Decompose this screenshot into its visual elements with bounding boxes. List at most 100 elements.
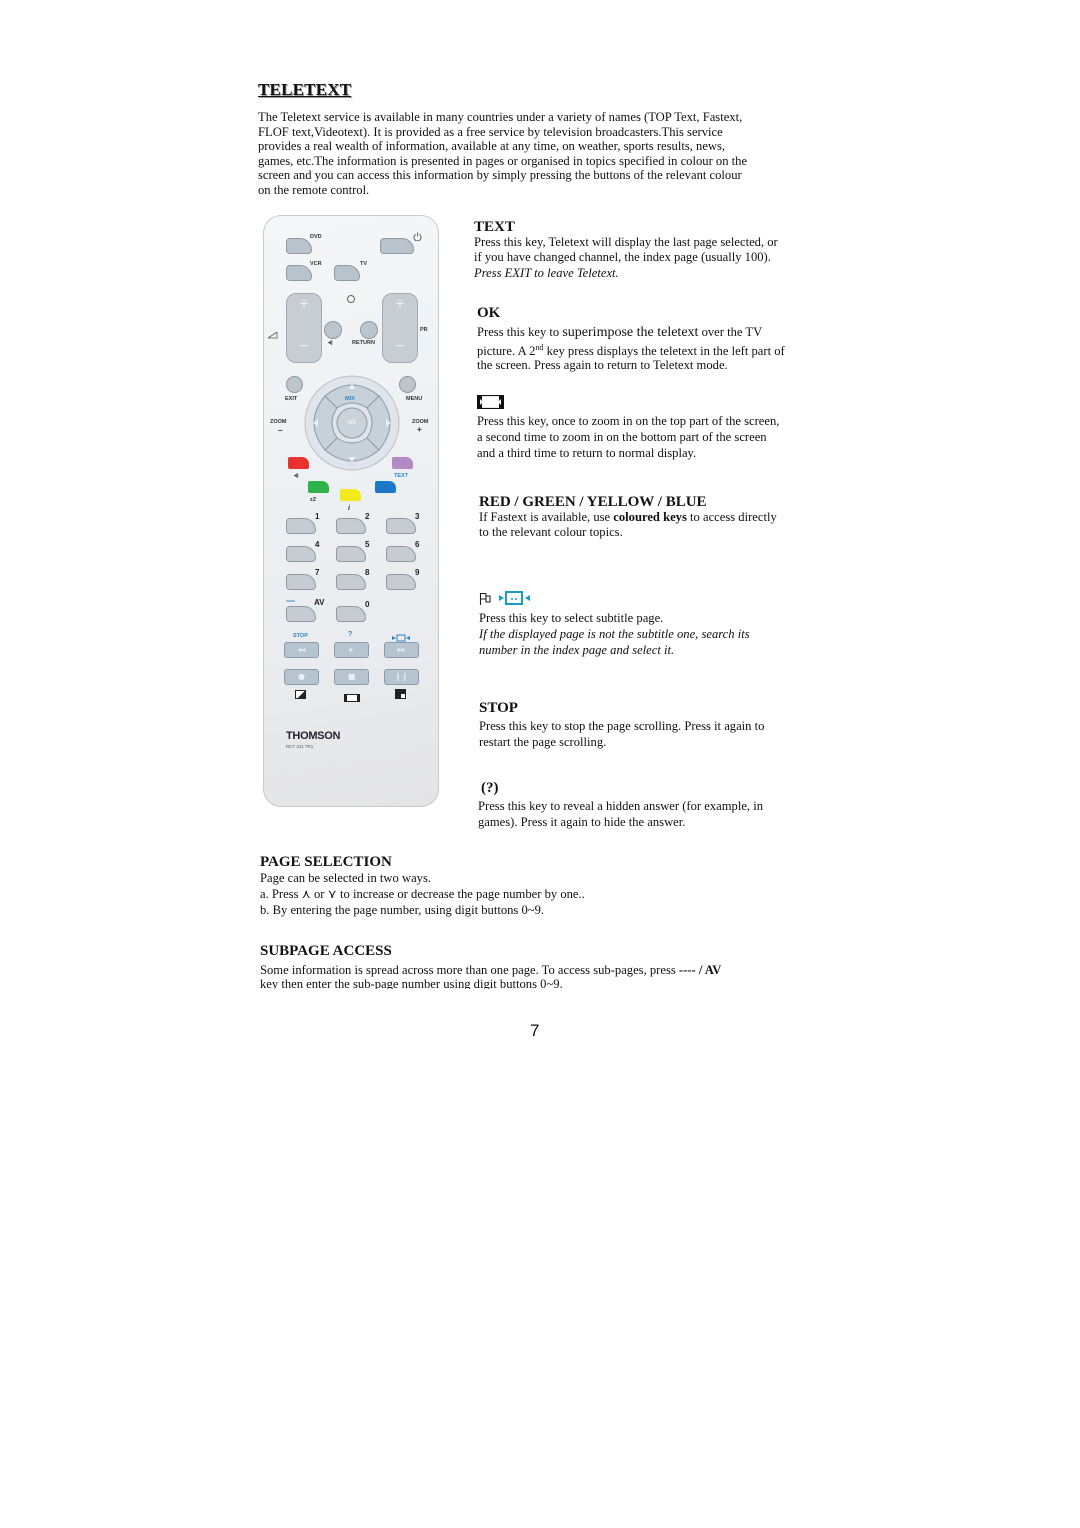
intro-line: The Teletext service is available in man… (258, 110, 743, 124)
stop-key: ◂◂ (284, 642, 319, 658)
volume-icon (266, 326, 278, 344)
text-run: or (310, 887, 328, 901)
stop-media-key: ■ (334, 669, 369, 685)
pr-label: PR (420, 327, 428, 333)
ok-label: ok (348, 419, 357, 426)
digit-label: 9 (415, 568, 420, 577)
pause-key: ❙❙ (384, 669, 419, 685)
text-run: If Fastext is available, use (479, 510, 614, 524)
tv-button (334, 265, 360, 281)
record-key: ● (284, 669, 319, 685)
purple-text-key (392, 457, 413, 469)
digit-label: 1 (315, 512, 320, 521)
intro-line: games, etc.The information is presented … (258, 153, 748, 168)
digit-0-key (336, 606, 366, 622)
blue-key (375, 481, 396, 493)
section-heading: RED / GREEN / YELLOW / BLUE (479, 494, 707, 510)
dvd-button (286, 238, 312, 254)
text-run: picture. A 2 (477, 343, 536, 358)
text-run: to access directly (686, 510, 777, 524)
power-icon (413, 228, 422, 242)
section-line: and a third time to return to normal dis… (477, 446, 697, 460)
section-line: Press this key, once to zoom in on the t… (477, 414, 780, 428)
zoom-key-icon (476, 394, 847, 413)
section-note: If the displayed page is not the subtitl… (479, 627, 750, 641)
digit-3-key (386, 518, 416, 534)
section-line: key then enter the sub-page number using… (260, 978, 563, 989)
section-line: to the relevant colour topics. (479, 524, 623, 539)
green-key (308, 481, 329, 493)
digit-9-key (386, 574, 416, 590)
power-button (380, 238, 414, 254)
digit-7-key (286, 574, 316, 590)
section-note: Press EXIT to leave Teletext. (474, 266, 619, 281)
digit-8-key (336, 574, 366, 590)
text-run-bold: ---- / AV (678, 963, 722, 977)
indicator-led (347, 295, 355, 303)
digit-label: 0 (365, 600, 370, 609)
teletext-mode-icon (395, 689, 406, 699)
reveal-label: ? (348, 631, 353, 638)
page-number: 7 (530, 1021, 540, 1040)
digit-label: 4 (315, 540, 320, 549)
text-run: over the TV (698, 325, 763, 339)
subtitle-page-icon (498, 590, 532, 611)
digit-2-key (336, 518, 366, 534)
section-heading: OK (477, 305, 501, 321)
section-page-selection: PAGE SELECTION Page can be selected in t… (260, 854, 840, 918)
sleep-icon: zZ (310, 497, 317, 503)
vcr-button (286, 265, 312, 281)
menu-button (399, 376, 416, 393)
subtitle-icon (479, 592, 491, 611)
zoom-icon (344, 689, 360, 707)
digit-label: 7 (315, 568, 320, 577)
section-line: b. By entering the page number, using di… (260, 903, 545, 917)
intro-line: on the remote control. (258, 182, 370, 197)
section-line: if you have changed channel, the index p… (474, 249, 771, 264)
reveal-key: ▸ (334, 642, 369, 658)
yellow-key (340, 489, 361, 501)
section-note: number in the index page and select it. (479, 643, 675, 657)
digit-label: 3 (415, 512, 420, 521)
section-line: restart the page scrolling. (479, 735, 607, 749)
mute-button (324, 321, 342, 339)
intro-line: FLOF text,Videotext). It is provided as … (258, 124, 723, 139)
vcr-label: VCR (310, 261, 322, 267)
text-run: Press this key to (477, 325, 563, 339)
exit-button (286, 376, 303, 393)
section-ok: OK Press this key to superimpose the tel… (477, 305, 847, 373)
minus-icon: − (395, 338, 405, 355)
text-run: Some information is spread across more t… (260, 963, 679, 977)
exit-label: EXIT (285, 396, 298, 402)
text-run: a. Press (260, 887, 302, 901)
av-dashes-label: ---- (286, 596, 295, 605)
digit-label: 6 (415, 540, 420, 549)
digit-label: 5 (365, 540, 370, 549)
page-title: TELETEXT (258, 80, 352, 99)
text-run: to increase or decrease the page number … (336, 887, 585, 901)
stop-label: STOP (293, 633, 308, 639)
text-run: superimpose the teletext (562, 325, 699, 340)
digit-6-key (386, 546, 416, 562)
section-heading: (?) (481, 780, 499, 796)
section-line: Press this key to stop the page scrollin… (479, 719, 765, 733)
digit-1-key (286, 518, 316, 534)
section-zoom: Press this key, once to zoom in on the t… (476, 394, 847, 461)
mix-label: MIX (345, 396, 355, 402)
return-label: RETURN (352, 340, 375, 346)
zoom-minus-label: ZOOM (270, 419, 287, 425)
speaker-icon: ◂) (294, 473, 299, 479)
digit-4-key (286, 546, 316, 562)
digit-label: 2 (365, 512, 370, 521)
section-line: Page can be selected in two ways. (260, 871, 432, 885)
text-label: TEXT (394, 473, 409, 479)
red-key (288, 457, 309, 469)
section-line: a second time to zoom in on the bottom p… (477, 430, 767, 444)
section-stop: STOP Press this key to stop the page scr… (479, 700, 849, 750)
mute-icon: ◂) (328, 340, 333, 346)
volume-rocker: + − (286, 293, 322, 363)
section-line: Press this key, Teletext will display th… (474, 235, 778, 249)
return-button (360, 321, 378, 339)
section-line: games). Press it again to hide the answe… (478, 815, 686, 829)
section-heading: TEXT (474, 219, 515, 235)
